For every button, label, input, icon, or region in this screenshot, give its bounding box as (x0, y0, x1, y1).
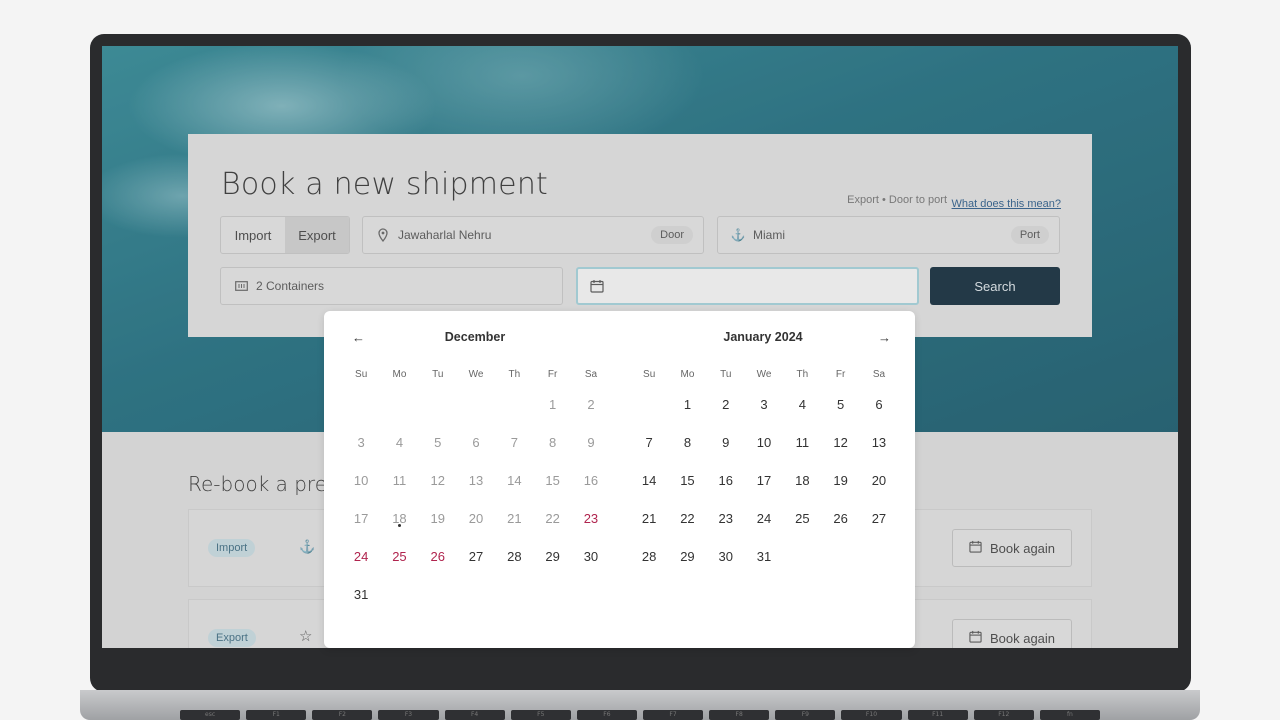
calendar-day: 19 (430, 510, 445, 526)
keyboard-key: F3 (378, 710, 439, 720)
calendar-day[interactable]: 27 (860, 499, 898, 537)
weekday-header: Th (796, 368, 809, 380)
calendar-day: 2 (587, 396, 595, 412)
keyboard-key: F4 (444, 710, 505, 720)
calendar-day: 5 (434, 434, 442, 450)
weekday-header: Fr (835, 368, 846, 380)
keyboard-key: F10 (841, 710, 902, 720)
weekday-header: Tu (432, 368, 444, 380)
calendar-day: 22 (545, 510, 560, 526)
weekday-header: Sa (872, 368, 886, 380)
month-title: December (444, 330, 506, 344)
calendar-day: 10 (353, 472, 369, 488)
calendar-day: 1 (549, 396, 557, 412)
calendar-day[interactable]: 25 (380, 537, 418, 575)
month-grid-december: Su Mo Tu We Th Fr Sa 1 2 3 4 5 6 7 8 9 10 11 12 13 14 15 16 17 1… (342, 363, 610, 613)
calendar-day[interactable]: 13 (860, 423, 898, 461)
month-title: January 2024 (723, 330, 803, 344)
calendar-day[interactable]: 28 (495, 537, 533, 575)
calendar-day[interactable]: 3 (745, 385, 783, 423)
month-grid-january: Su Mo Tu We Th Fr Sa 1 2 3 4 5 6 7 8 9 10 11 12 13 14 15 16 17 1… (630, 363, 898, 575)
calendar-day[interactable]: 31 (342, 575, 380, 613)
calendar-day[interactable]: 25 (783, 499, 821, 537)
calendar-day[interactable]: 31 (745, 537, 783, 575)
calendar-day[interactable]: 16 (707, 461, 745, 499)
calendar-day: 3 (357, 434, 365, 450)
keyboard-row: esc F1 F2 F3 F4 F5 F6 F7 F8 F9 F10 F11 F12 fn (180, 710, 1100, 720)
calendar-day[interactable]: 26 (419, 537, 457, 575)
calendar-day: 17 (353, 510, 369, 526)
calendar-day: 12 (430, 472, 445, 488)
calendar-day[interactable]: 9 (707, 423, 745, 461)
calendar-day[interactable]: 10 (745, 423, 783, 461)
calendar-day[interactable]: 6 (860, 385, 898, 423)
calendar-day: 8 (549, 434, 557, 450)
keyboard-key: F5 (510, 710, 571, 720)
calendar-day[interactable]: 23 (707, 499, 745, 537)
weekday-header: Su (643, 368, 656, 380)
calendar-day[interactable]: 11 (783, 423, 821, 461)
weekday-header: Su (355, 368, 368, 380)
calendar-day[interactable]: 12 (821, 423, 859, 461)
weekday-header: Tu (720, 368, 732, 380)
keyboard-key: F11 (907, 710, 968, 720)
keyboard-key: F9 (775, 710, 836, 720)
calendar-day[interactable]: 18 (783, 461, 821, 499)
calendar-day[interactable]: 17 (745, 461, 783, 499)
weekday-header: Th (508, 368, 521, 380)
weekday-header: Fr (547, 368, 558, 380)
calendar-day[interactable]: 22 (668, 499, 706, 537)
calendar-day[interactable]: 2 (707, 385, 745, 423)
calendar-day[interactable]: 29 (533, 537, 571, 575)
calendar-day[interactable]: 24 (342, 537, 380, 575)
calendar-day[interactable]: 29 (668, 537, 706, 575)
calendar-day[interactable]: 23 (572, 499, 610, 537)
calendar-day: 20 (468, 510, 484, 526)
calendar-day: 16 (583, 472, 599, 488)
calendar-day: 6 (472, 434, 480, 450)
calendar-day[interactable]: 5 (821, 385, 859, 423)
weekday-header: Mo (680, 368, 695, 380)
next-month-arrow-icon[interactable]: → (878, 330, 891, 345)
calendar-day[interactable]: 28 (630, 537, 668, 575)
weekday-header: Mo (392, 368, 407, 380)
calendar-day: 13 (468, 472, 484, 488)
calendar-day: 7 (510, 434, 518, 450)
keyboard-key: fn (1039, 710, 1100, 720)
calendar-day: 21 (507, 510, 522, 526)
calendar-day[interactable]: 27 (457, 537, 495, 575)
keyboard-key: F6 (576, 710, 637, 720)
calendar-day[interactable]: 4 (783, 385, 821, 423)
calendar-day[interactable]: 15 (668, 461, 706, 499)
calendar-day: 15 (545, 472, 560, 488)
calendar-day: 9 (587, 434, 595, 450)
calendar-day: 18 (380, 499, 418, 537)
keyboard-key: F8 (709, 710, 770, 720)
calendar-day[interactable]: 14 (630, 461, 668, 499)
calendar-day[interactable]: 7 (630, 423, 668, 461)
calendar-day[interactable]: 1 (668, 385, 706, 423)
keyboard-key: F12 (973, 710, 1034, 720)
calendar-day[interactable]: 30 (707, 537, 745, 575)
calendar-day[interactable]: 21 (630, 499, 668, 537)
keyboard-key: F1 (246, 710, 307, 720)
calendar-day: 4 (395, 434, 404, 450)
calendar-day[interactable]: 8 (668, 423, 706, 461)
keyboard-key: F7 (642, 710, 704, 720)
weekday-header: We (756, 368, 772, 380)
weekday-header: We (468, 368, 484, 380)
calendar-day[interactable]: 26 (821, 499, 859, 537)
date-picker-popup: ← December January 2024 → Su Mo Tu We Th Fr Sa… (324, 311, 915, 648)
keyboard-key: F2 (312, 710, 373, 720)
calendar-day[interactable]: 20 (860, 461, 898, 499)
calendar-day: 14 (507, 472, 522, 488)
calendar-day[interactable]: 30 (572, 537, 610, 575)
weekday-header: Sa (584, 368, 598, 380)
calendar-day[interactable]: 24 (745, 499, 783, 537)
calendar-day: 11 (392, 472, 407, 488)
keyboard-key: esc (180, 710, 241, 720)
calendar-day[interactable]: 19 (821, 461, 859, 499)
